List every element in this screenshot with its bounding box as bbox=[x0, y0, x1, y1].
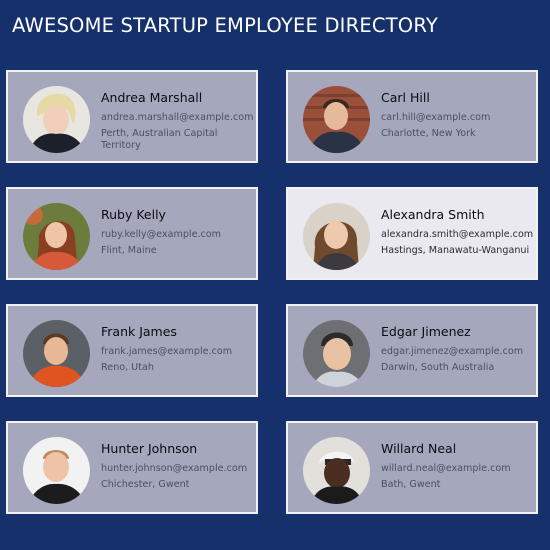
person-photo-icon bbox=[303, 320, 370, 387]
employee-card-frank-james[interactable]: Frank James frank.james@example.com Reno… bbox=[6, 304, 258, 397]
employee-name: Hunter Johnson bbox=[101, 441, 198, 456]
employee-directory-page: AWESOME STARTUP EMPLOYEE DIRECTORY Andre… bbox=[0, 0, 550, 550]
employee-name: Andrea Marshall bbox=[101, 90, 203, 105]
employee-location: Charlotte, New York bbox=[381, 128, 476, 139]
employee-email: ruby.kelly@example.com bbox=[101, 229, 222, 240]
employee-location: Chichester, Gwent bbox=[101, 479, 190, 490]
employee-email: frank.james@example.com bbox=[101, 346, 233, 357]
employee-card-alexandra-smith[interactable]: Alexandra Smith alexandra.smith@example.… bbox=[286, 187, 538, 280]
employee-name: Ruby Kelly bbox=[101, 207, 166, 222]
employee-email: hunter.johnson@example.com bbox=[101, 463, 248, 474]
person-photo-icon bbox=[23, 437, 90, 504]
employee-email: carl.hill@example.com bbox=[381, 112, 491, 123]
employee-email: edgar.jimenez@example.com bbox=[381, 346, 524, 357]
employee-card-willard-neal[interactable]: Willard Neal willard.neal@example.com Ba… bbox=[286, 421, 538, 514]
person-photo-icon bbox=[303, 203, 370, 270]
employee-location: Hastings, Manawatu-Wanganui bbox=[381, 245, 530, 256]
employee-name: Willard Neal bbox=[381, 441, 457, 456]
employee-location: Bath, Gwent bbox=[381, 479, 441, 490]
person-photo-icon bbox=[23, 86, 90, 153]
employee-grid: Andrea Marshall andrea.marshall@example.… bbox=[0, 0, 550, 550]
employee-card-hunter-johnson[interactable]: Hunter Johnson hunter.johnson@example.co… bbox=[6, 421, 258, 514]
employee-name: Frank James bbox=[101, 324, 177, 339]
employee-email: willard.neal@example.com bbox=[381, 463, 511, 474]
employee-name: Alexandra Smith bbox=[381, 207, 485, 222]
employee-card-carl-hill[interactable]: Carl Hill carl.hill@example.com Charlott… bbox=[286, 70, 538, 163]
person-photo-icon bbox=[303, 437, 370, 504]
person-photo-icon bbox=[23, 203, 90, 270]
employee-location: Darwin, South Australia bbox=[381, 362, 495, 373]
employee-card-andrea-marshall[interactable]: Andrea Marshall andrea.marshall@example.… bbox=[6, 70, 258, 163]
employee-location: Flint, Maine bbox=[101, 245, 157, 256]
employee-name: Edgar Jimenez bbox=[381, 324, 471, 339]
employee-name: Carl Hill bbox=[381, 90, 430, 105]
employee-card-edgar-jimenez[interactable]: Edgar Jimenez edgar.jimenez@example.com … bbox=[286, 304, 538, 397]
employee-location: Reno, Utah bbox=[101, 362, 154, 373]
person-photo-icon bbox=[23, 320, 90, 387]
employee-email: andrea.marshall@example.com bbox=[101, 112, 254, 123]
employee-card-ruby-kelly[interactable]: Ruby Kelly ruby.kelly@example.com Flint,… bbox=[6, 187, 258, 280]
employee-email: alexandra.smith@example.com bbox=[381, 229, 534, 240]
employee-location: Perth, Australian Capital Territory bbox=[101, 128, 218, 151]
person-photo-icon bbox=[303, 86, 370, 153]
